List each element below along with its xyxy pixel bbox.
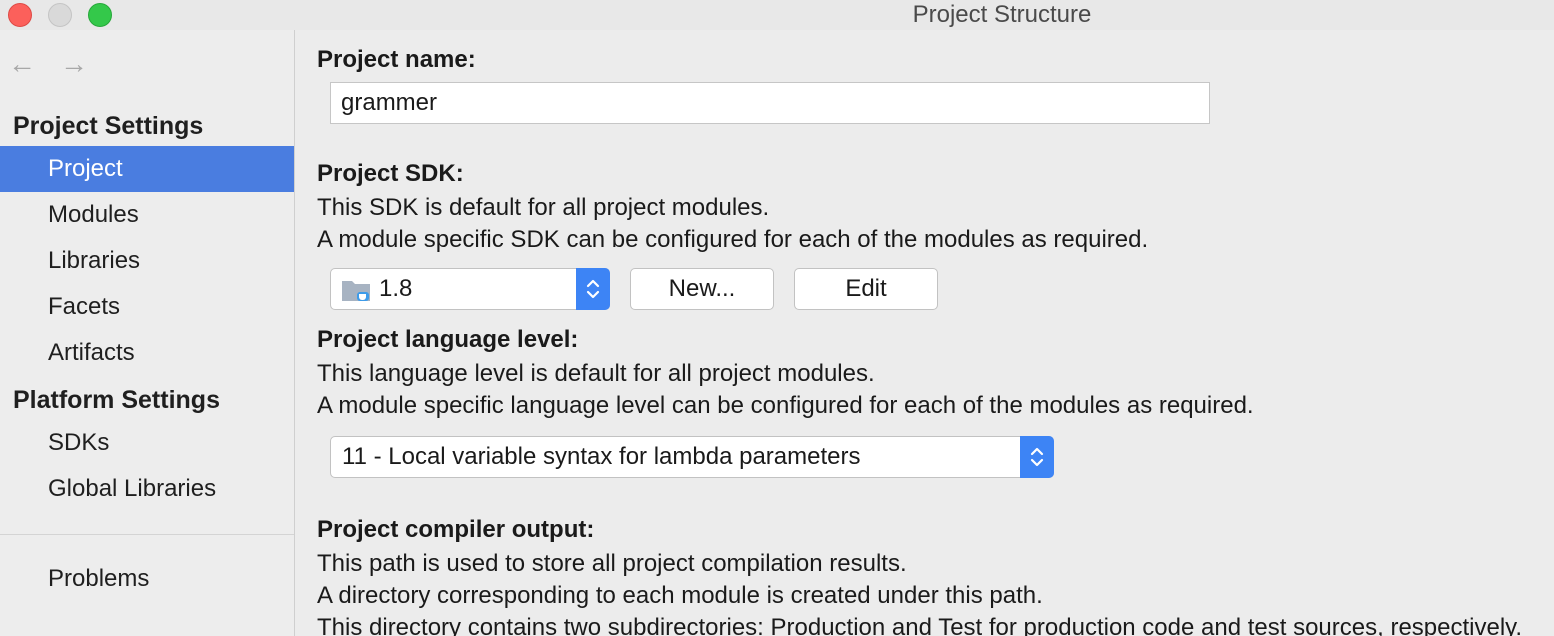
new-sdk-button[interactable]: New... [630,268,774,310]
chevron-up-down-icon[interactable] [1020,436,1054,478]
language-level-description-2: A module specific language level can be … [317,392,1254,419]
sidebar-item-sdks[interactable]: SDKs [0,420,294,466]
compiler-output-description: This path is used to store all project c… [317,550,907,577]
project-sdk-description-2: A module specific SDK can be configured … [317,226,1149,253]
sdk-folder-icon [342,281,370,301]
project-name-input[interactable]: grammer [330,82,1210,124]
project-sdk-description: This SDK is default for all project modu… [317,194,770,221]
sidebar-item-facets[interactable]: Facets [0,284,294,330]
sidebar: ← → Project Settings Project Modules Lib… [0,30,295,636]
language-level-value: 11 - Local variable syntax for lambda pa… [342,443,861,470]
sidebar-item-artifacts[interactable]: Artifacts [0,330,294,376]
chevron-up-down-icon[interactable] [576,268,610,310]
compiler-output-description-2: A directory corresponding to each module… [317,582,1043,609]
project-name-label: Project name: [317,46,476,73]
window-title: Project Structure [912,1,1092,28]
sidebar-item-global-libraries[interactable]: Global Libraries [0,466,294,512]
platform-settings-header: Platform Settings [13,386,220,414]
language-level-description: This language level is default for all p… [317,360,875,387]
sidebar-item-project[interactable]: Project [0,146,294,192]
sidebar-item-problems[interactable]: Problems [0,556,294,602]
title-bar: Project Structure [0,0,1554,30]
sidebar-item-modules[interactable]: Modules [0,192,294,238]
project-sdk-value: 1.8 [379,275,413,302]
compiler-output-description-3: This directory contains two subdirectori… [317,614,1523,636]
back-arrow-icon[interactable]: ← [8,50,36,78]
sidebar-divider [0,534,294,535]
language-level-select[interactable]: 11 - Local variable syntax for lambda pa… [330,436,1054,478]
project-settings-panel: Project name: grammer Project SDK: This … [296,30,1554,636]
project-sdk-select[interactable]: 1.8 [330,268,610,310]
language-level-label: Project language level: [317,326,579,353]
sidebar-item-libraries[interactable]: Libraries [0,238,294,284]
forward-arrow-icon[interactable]: → [60,50,88,78]
edit-sdk-button[interactable]: Edit [794,268,938,310]
compiler-output-label: Project compiler output: [317,516,595,543]
project-settings-header: Project Settings [13,112,204,140]
project-sdk-label: Project SDK: [317,160,464,187]
